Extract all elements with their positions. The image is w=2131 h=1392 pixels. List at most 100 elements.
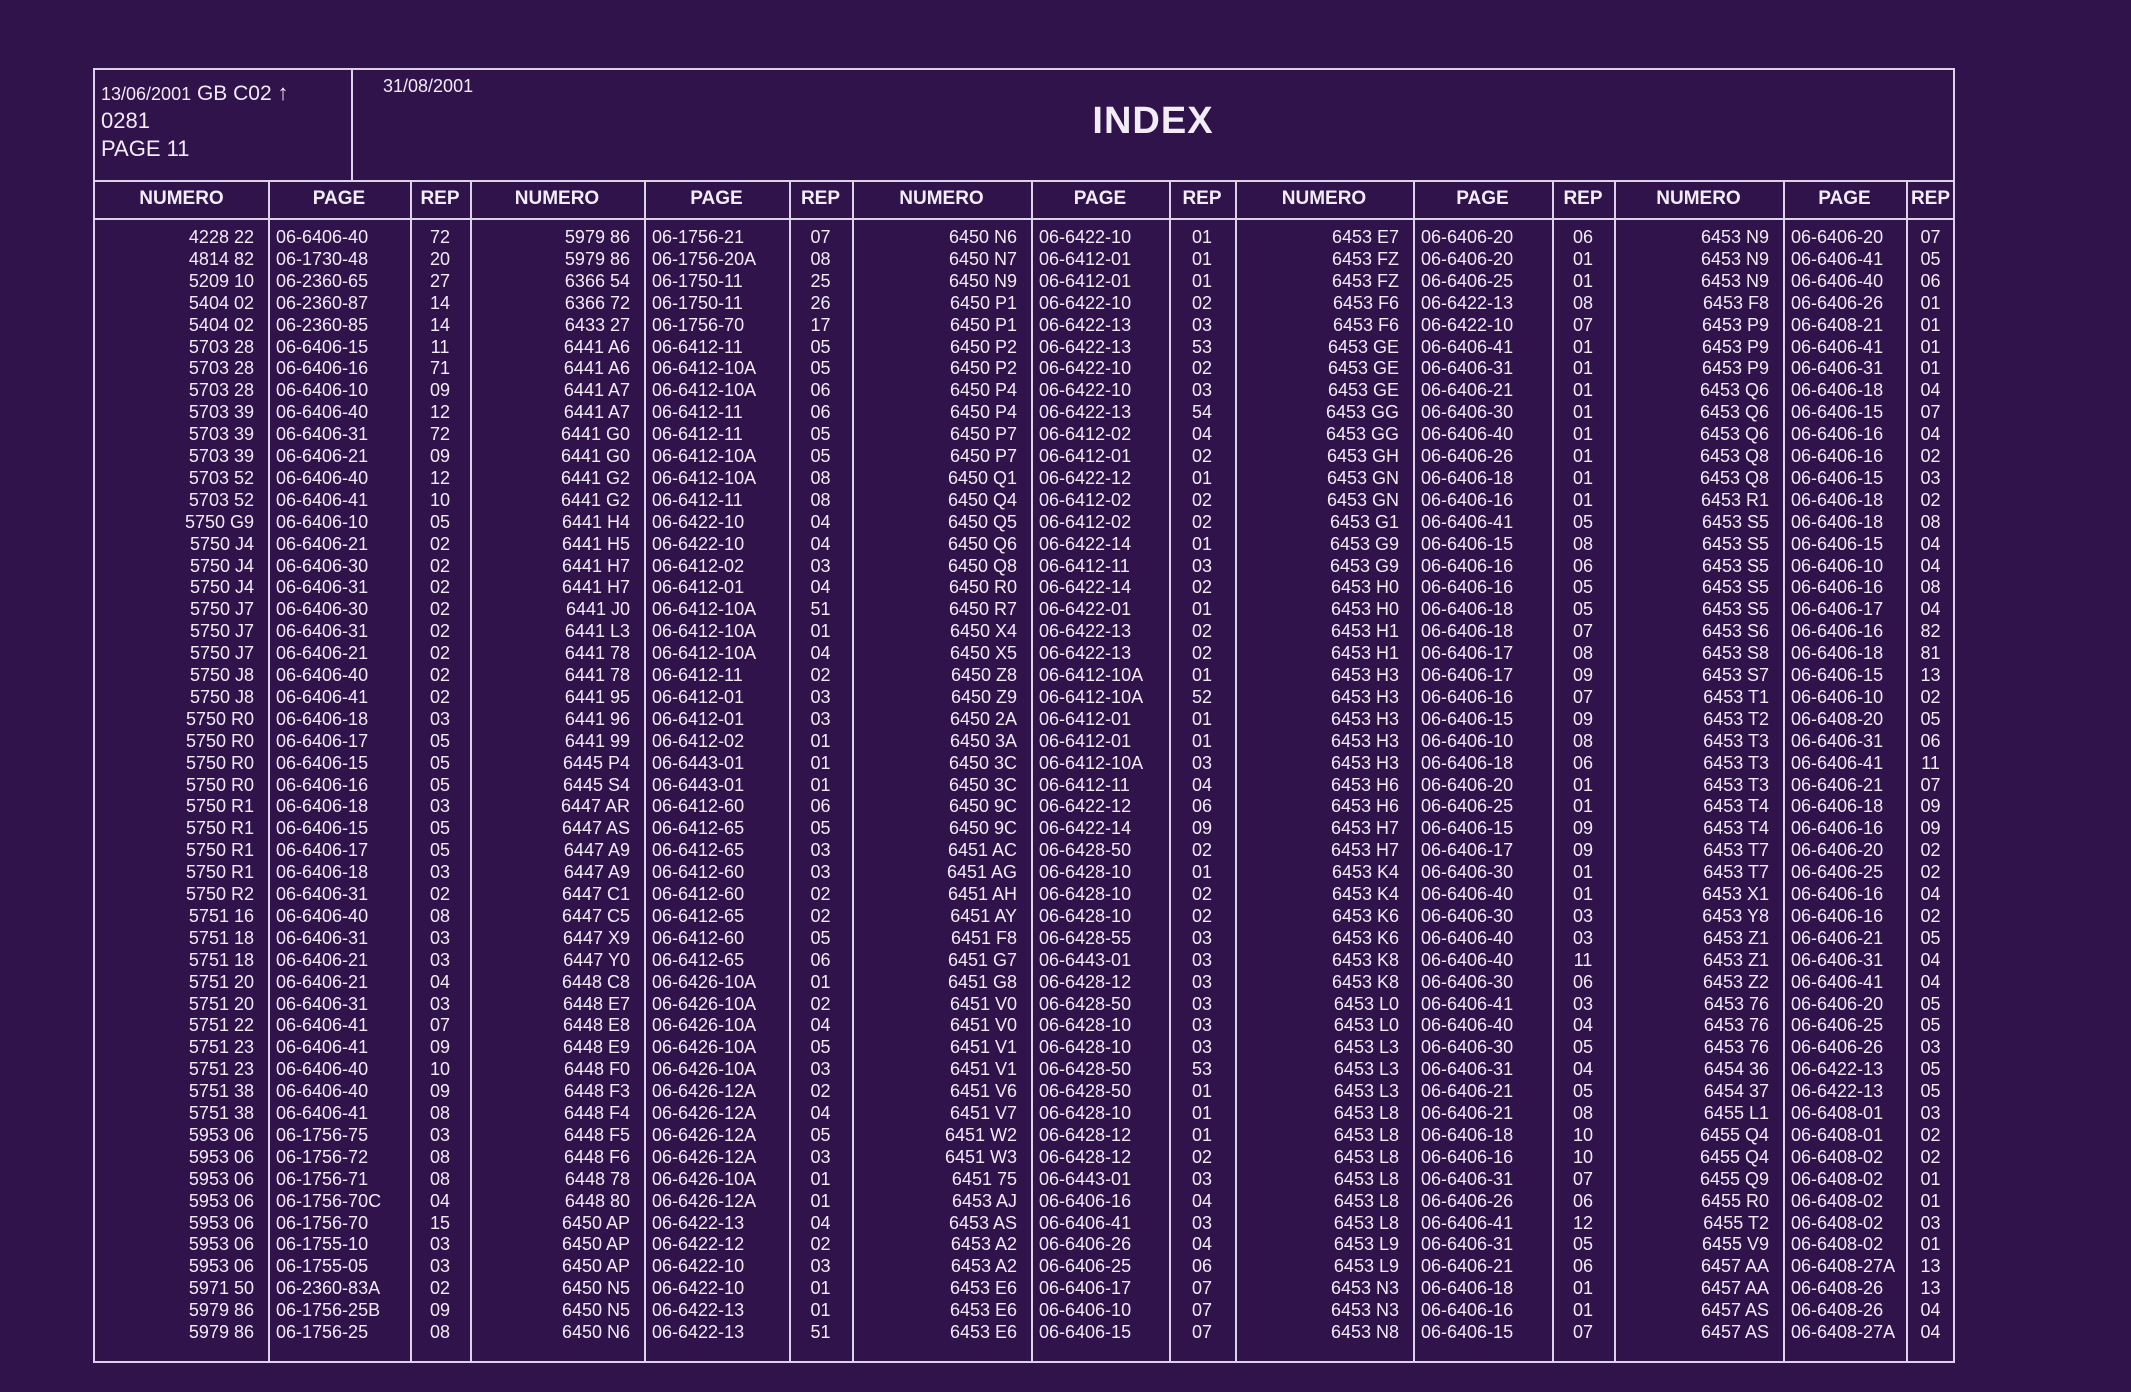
column-divider xyxy=(1783,180,1785,1361)
column-divider xyxy=(268,180,270,1361)
numero-cell: 6453 T7 xyxy=(1703,862,1769,883)
page-cell: 06-6406-41 xyxy=(1791,971,1884,992)
rep-cell: 06 xyxy=(1920,270,1941,291)
page-cell: 06-6406-15 xyxy=(1791,402,1884,423)
numero-cell: 6453 P9 xyxy=(1701,336,1769,357)
column-header-rep: REP xyxy=(1910,188,1951,209)
rep-cell: 02 xyxy=(1920,686,1941,707)
numero-cell: 6455 Q9 xyxy=(1699,1168,1769,1189)
column-header-rep: REP xyxy=(800,188,841,209)
page-cell: 06-6408-02 xyxy=(1791,1146,1884,1167)
table-row: 6453 T7 06-6406-20 02 xyxy=(95,839,1953,861)
table-row: 6453 T3 06-6406-21 07 xyxy=(95,774,1953,796)
rep-cell: 02 xyxy=(1920,1146,1941,1167)
numero-cell: 6453 Q8 xyxy=(1699,467,1769,488)
page-cell: 06-6406-16 xyxy=(1791,884,1884,904)
column-header-numero: NUMERO xyxy=(899,188,984,209)
table-row: 6453 S5 06-6406-16 08 xyxy=(95,576,1953,598)
rep-cell: 02 xyxy=(1920,446,1941,466)
page-cell: 06-6408-02 xyxy=(1791,1190,1884,1211)
table-row: 6453 S7 06-6406-15 13 xyxy=(95,664,1953,686)
table-row: 6453 Q6 06-6406-15 07 xyxy=(95,401,1953,423)
page-cell: 06-6406-18 xyxy=(1791,380,1884,401)
rep-cell: 04 xyxy=(1920,1322,1941,1342)
numero-cell: 6455 L1 xyxy=(1703,1103,1769,1123)
table-row: 6455 T2 06-6408-02 03 xyxy=(95,1212,1953,1234)
column-divider xyxy=(1413,180,1415,1361)
page-cell: 06-6408-02 xyxy=(1791,1168,1884,1189)
rep-cell: 05 xyxy=(1920,1015,1941,1036)
rep-cell: 01 xyxy=(1920,336,1941,357)
header-ref: 0281 xyxy=(101,108,150,133)
numero-cell: 6455 T2 xyxy=(1703,1212,1769,1233)
page-cell: 06-6406-18 xyxy=(1791,796,1884,817)
page-cell: 06-6408-02 xyxy=(1791,1212,1884,1233)
rep-cell: 03 xyxy=(1920,467,1941,488)
numero-cell: 6453 Q8 xyxy=(1699,446,1769,466)
numero-cell: 6455 Q4 xyxy=(1699,1124,1769,1145)
table-row: 6453 Y8 06-6406-16 02 xyxy=(95,905,1953,927)
page-cell: 06-6406-20 xyxy=(1791,993,1884,1014)
page-cell: 06-6406-17 xyxy=(1791,599,1884,620)
table-row: 6453 Z1 06-6406-21 05 xyxy=(95,927,1953,949)
table-row: 6453 P9 06-6406-41 01 xyxy=(95,336,1953,358)
rep-cell: 11 xyxy=(1921,752,1940,773)
column-divider xyxy=(470,180,472,1361)
numero-cell: 6454 36 xyxy=(1703,1059,1769,1080)
numero-cell: 6453 R1 xyxy=(1700,489,1769,510)
rep-cell: 13 xyxy=(1920,665,1941,685)
numero-cell: 6453 Q6 xyxy=(1699,380,1769,401)
rep-cell: 01 xyxy=(1920,358,1941,379)
table-row: 6453 R1 06-6406-18 02 xyxy=(95,489,1953,511)
rep-cell: 01 xyxy=(1920,1190,1941,1211)
rep-cell: 07 xyxy=(1920,774,1941,795)
rep-cell: 05 xyxy=(1920,993,1941,1014)
page-cell: 06-6406-18 xyxy=(1791,511,1884,532)
numero-cell: 6455 V9 xyxy=(1701,1234,1769,1255)
numero-cell: 6453 S8 xyxy=(1701,643,1769,664)
table-row: 6453 Z2 06-6406-41 04 xyxy=(95,971,1953,993)
numero-cell: 6453 N9 xyxy=(1700,270,1769,291)
rep-cell: 13 xyxy=(1920,1278,1941,1299)
numero-cell: 6453 N9 xyxy=(1700,227,1769,247)
numero-cell: 6453 T7 xyxy=(1703,840,1769,861)
table-row: 6453 T1 06-6406-10 02 xyxy=(95,686,1953,708)
table-row: 6453 76 06-6406-26 03 xyxy=(95,1036,1953,1058)
rep-cell: 07 xyxy=(1920,402,1941,423)
rep-cell: 03 xyxy=(1920,1037,1941,1058)
table-row: 6453 76 06-6406-25 05 xyxy=(95,1014,1953,1036)
numero-cell: 6453 P9 xyxy=(1701,358,1769,379)
rep-cell: 07 xyxy=(1920,227,1941,247)
rep-cell: 02 xyxy=(1920,489,1941,510)
numero-cell: 6453 S5 xyxy=(1701,555,1769,576)
page-cell: 06-6406-18 xyxy=(1791,643,1884,664)
table-row: 6453 Z1 06-6406-31 04 xyxy=(95,949,1953,971)
rep-cell: 82 xyxy=(1920,621,1941,642)
column-divider xyxy=(1031,180,1033,1361)
numero-cell: 6454 37 xyxy=(1703,1081,1769,1102)
page-cell: 06-6406-16 xyxy=(1791,446,1884,466)
table-row: 6453 S6 06-6406-16 82 xyxy=(95,620,1953,642)
page-cell: 06-6406-18 xyxy=(1791,489,1884,510)
numero-cell: 6455 R0 xyxy=(1700,1190,1769,1211)
page-cell: 06-6406-41 xyxy=(1791,336,1884,357)
table-row: 6457 AS 06-6408-26 04 xyxy=(95,1299,1953,1321)
table-row: 6454 36 06-6422-13 05 xyxy=(95,1058,1953,1080)
page-cell: 06-6406-16 xyxy=(1791,818,1884,839)
page-cell: 06-6406-16 xyxy=(1791,621,1884,642)
table-row: 6455 V9 06-6408-02 01 xyxy=(95,1233,1953,1255)
page-cell: 06-6422-13 xyxy=(1791,1081,1884,1102)
rep-cell: 04 xyxy=(1920,1300,1941,1321)
numero-cell: 6455 Q4 xyxy=(1699,1146,1769,1167)
header-code: GB C02 xyxy=(196,82,272,105)
rep-cell: 01 xyxy=(1920,1234,1941,1255)
page-cell: 06-6406-16 xyxy=(1791,577,1884,598)
page-cell: 06-6406-41 xyxy=(1791,248,1884,269)
rep-cell: 05 xyxy=(1920,927,1941,948)
table-row: 6453 Q6 06-6406-18 04 xyxy=(95,379,1953,401)
numero-cell: 6453 Q6 xyxy=(1699,402,1769,423)
numero-cell: 6453 76 xyxy=(1703,1015,1769,1036)
rep-cell: 03 xyxy=(1920,1212,1941,1233)
table-row: 6455 R0 06-6408-02 01 xyxy=(95,1190,1953,1212)
numero-cell: 6453 F8 xyxy=(1702,292,1769,313)
